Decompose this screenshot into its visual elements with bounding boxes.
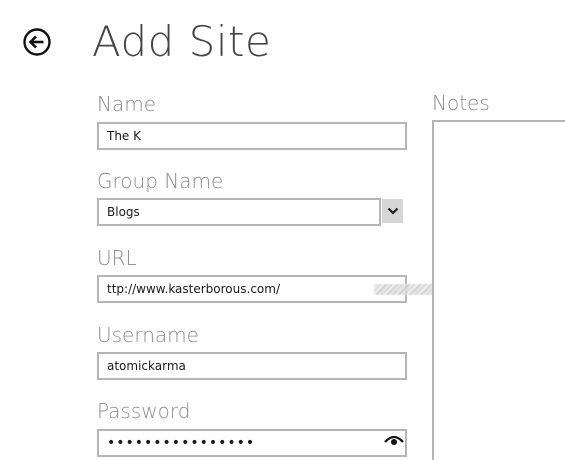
username-value: atomickarma	[107, 359, 186, 373]
back-arrow-icon	[23, 28, 51, 56]
group-name-label: Group Name	[97, 169, 224, 193]
group-name-value: Blogs	[107, 205, 140, 219]
page-title: Add Site	[92, 17, 272, 66]
reveal-password-button[interactable]	[383, 431, 405, 447]
name-label: Name	[97, 92, 157, 116]
name-value: The K	[107, 129, 142, 143]
url-value: ttp://www.kasterborous.com/	[107, 282, 280, 296]
back-button[interactable]	[22, 27, 52, 57]
username-label: Username	[97, 323, 199, 347]
notes-label: Notes	[432, 91, 490, 115]
chevron-down-icon	[387, 207, 398, 215]
add-site-page: Add Site Name The K Group Name Blogs URL…	[0, 0, 565, 460]
notes-textarea[interactable]	[432, 120, 565, 460]
name-field[interactable]: The K	[97, 122, 407, 150]
group-name-select[interactable]: Blogs	[97, 198, 381, 226]
eye-icon	[384, 435, 404, 445]
url-field[interactable]: ttp://www.kasterborous.com/	[97, 275, 494, 303]
password-label: Password	[97, 399, 191, 423]
url-label: URL	[97, 246, 137, 270]
group-name-dropdown-button[interactable]	[382, 199, 403, 223]
password-field[interactable]: ••••••••••••••••	[97, 429, 407, 457]
username-field[interactable]: atomickarma	[97, 352, 407, 380]
password-value: ••••••••••••••••	[107, 435, 256, 451]
